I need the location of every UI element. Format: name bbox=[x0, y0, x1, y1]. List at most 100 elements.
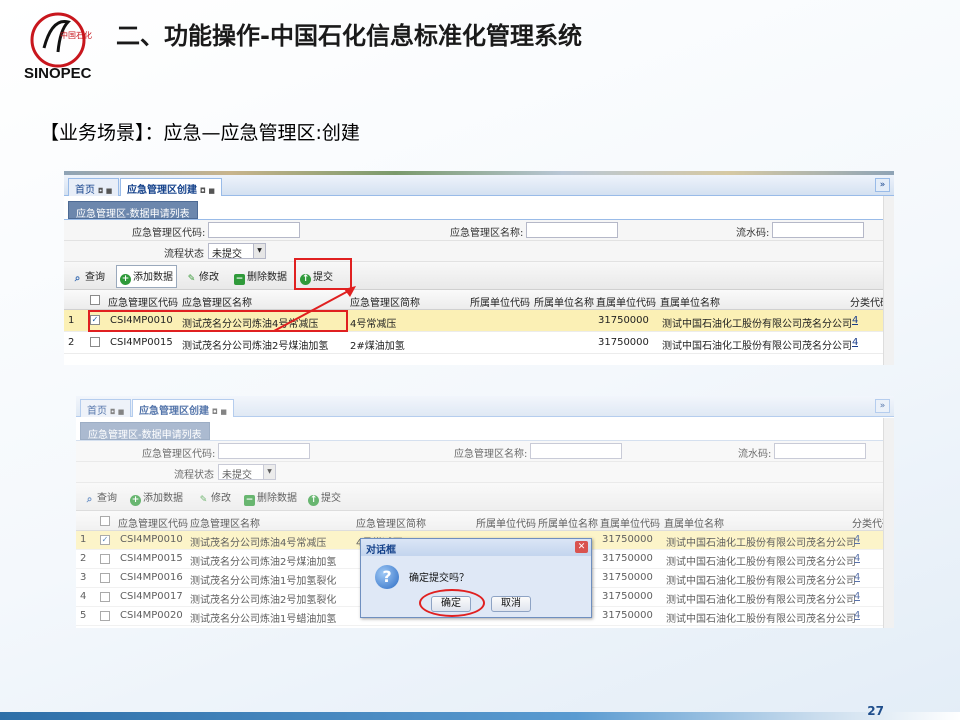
serial-input[interactable] bbox=[772, 222, 864, 238]
row-checkbox[interactable] bbox=[100, 573, 110, 583]
col-name[interactable]: 应急管理区名称 bbox=[182, 294, 252, 309]
close-icon[interactable]: ✕ bbox=[575, 541, 588, 553]
status-select[interactable]: 未提交 ▼ bbox=[218, 464, 276, 481]
query-label: 查询 bbox=[85, 272, 105, 283]
name-input[interactable] bbox=[526, 222, 618, 238]
query-button[interactable]: ⌕ 查询 bbox=[84, 489, 117, 505]
subtab-application-list[interactable]: 应急管理区-数据申请列表 bbox=[80, 422, 210, 441]
minus-icon: − bbox=[234, 274, 245, 285]
tab-menu-icon[interactable]: ◘ ■ bbox=[98, 187, 112, 195]
code-input[interactable] bbox=[208, 222, 300, 238]
tab-emergency-create[interactable]: 应急管理区创建 ◘ ■ bbox=[132, 399, 234, 417]
row-checkbox[interactable] bbox=[100, 592, 110, 602]
col-unit-name[interactable]: 所属单位名称 bbox=[534, 294, 594, 309]
select-all-checkbox[interactable] bbox=[90, 295, 100, 305]
row-number: 5 bbox=[80, 610, 87, 621]
query-button[interactable]: ⌕ 查询 bbox=[72, 268, 105, 284]
chevron-down-icon[interactable]: ▼ bbox=[263, 465, 275, 479]
tab-menu-icon[interactable]: ◘ ■ bbox=[110, 408, 124, 416]
col-name[interactable]: 应急管理区名称 bbox=[190, 515, 260, 530]
confirm-cancel-button[interactable]: 取消 bbox=[491, 596, 531, 612]
cell-category-link[interactable]: 4 bbox=[852, 315, 858, 326]
highlight-submit bbox=[294, 258, 352, 290]
col-unit-code[interactable]: 所属单位代码 bbox=[476, 515, 536, 530]
row-number: 2 bbox=[68, 337, 75, 348]
app-screenshot-list: 首页 ◘ ■ 应急管理区创建 ◘ ■ » 应急管理区-数据申请列表 应急管理区代码:… bbox=[64, 171, 894, 365]
dialog-title-bar: 对话框 ✕ bbox=[361, 539, 591, 556]
cell-category-link[interactable]: 4 bbox=[854, 572, 860, 583]
code-label: 应急管理区代码: bbox=[132, 228, 206, 239]
tab-home[interactable]: 首页 ◘ ■ bbox=[68, 178, 120, 196]
subtab-application-list[interactable]: 应急管理区-数据申请列表 bbox=[68, 201, 198, 220]
highlight-ok bbox=[419, 589, 485, 617]
cell-name: 测试茂名分公司炼油4号常减压 bbox=[190, 538, 327, 549]
pencil-icon: ✎ bbox=[187, 274, 196, 284]
cell-category-link[interactable]: 4 bbox=[854, 553, 860, 564]
svg-text:中国石化: 中国石化 bbox=[60, 30, 92, 40]
name-input[interactable] bbox=[530, 443, 622, 459]
col-short[interactable]: 应急管理区简称 bbox=[350, 294, 420, 309]
row-number: 3 bbox=[80, 572, 87, 583]
col-direct-name[interactable]: 直属单位名称 bbox=[660, 294, 720, 309]
data-grid: 应急管理区代码 应急管理区名称 应急管理区简称 所属单位代码 所属单位名称 直属… bbox=[64, 290, 894, 354]
row-checkbox[interactable] bbox=[90, 337, 100, 347]
col-direct-name[interactable]: 直属单位名称 bbox=[664, 515, 724, 530]
serial-input[interactable] bbox=[774, 443, 866, 459]
cell-code: CSI4MP0016 bbox=[120, 572, 183, 583]
scrollbar[interactable] bbox=[883, 418, 894, 628]
cell-direct-code: 31750000 bbox=[598, 315, 649, 326]
select-all-checkbox[interactable] bbox=[100, 516, 110, 526]
submit-button[interactable]: ↑ 提交 bbox=[308, 489, 341, 506]
col-short[interactable]: 应急管理区简称 bbox=[356, 515, 426, 530]
cell-category-link[interactable]: 4 bbox=[854, 610, 860, 621]
row-number: 1 bbox=[68, 315, 75, 326]
status-select[interactable]: 未提交 ▼ bbox=[208, 243, 266, 260]
tab-home-label: 首页 bbox=[75, 185, 95, 196]
add-button[interactable]: + 添加数据 bbox=[116, 265, 177, 288]
delete-button[interactable]: − 删除数据 bbox=[244, 489, 297, 506]
col-code[interactable]: 应急管理区代码 bbox=[108, 294, 178, 309]
collapse-icon[interactable]: » bbox=[875, 178, 890, 192]
table-row[interactable]: 2 CSI4MP0015 测试茂名分公司炼油2号煤油加氢 2#煤油加氢 3175… bbox=[64, 332, 894, 354]
cell-code: CSI4MP0020 bbox=[120, 610, 183, 621]
col-direct-code[interactable]: 直属单位代码 bbox=[596, 294, 656, 309]
row-checkbox[interactable]: ✓ bbox=[100, 535, 110, 545]
tab-create-label: 应急管理区创建 bbox=[139, 406, 209, 417]
cell-code: CSI4MP0015 bbox=[120, 553, 183, 564]
code-input[interactable] bbox=[218, 443, 310, 459]
chevron-down-icon[interactable]: ▼ bbox=[253, 244, 265, 258]
tab-menu-icon[interactable]: ◘ ■ bbox=[200, 187, 215, 195]
dialog-title: 对话框 bbox=[366, 545, 396, 556]
serial-label: 流水码: bbox=[736, 228, 770, 239]
col-unit-name[interactable]: 所属单位名称 bbox=[538, 515, 598, 530]
add-label: 添加数据 bbox=[143, 493, 183, 504]
col-direct-code[interactable]: 直属单位代码 bbox=[600, 515, 660, 530]
cell-name: 测试茂名分公司炼油2号煤油加氢 bbox=[190, 557, 337, 568]
row-checkbox[interactable] bbox=[100, 554, 110, 564]
add-label: 添加数据 bbox=[133, 272, 173, 283]
collapse-icon[interactable]: » bbox=[875, 399, 890, 413]
tab-emergency-create[interactable]: 应急管理区创建 ◘ ■ bbox=[120, 178, 222, 196]
cell-direct-name: 测试中国石油化工股份有限公司茂名分公司 bbox=[662, 319, 852, 330]
cell-category-link[interactable]: 4 bbox=[852, 337, 858, 348]
grid-header: 应急管理区代码 应急管理区名称 应急管理区简称 所属单位代码 所属单位名称 直属… bbox=[64, 290, 894, 310]
code-label: 应急管理区代码: bbox=[142, 449, 216, 460]
footer-bar bbox=[0, 712, 960, 720]
cell-category-link[interactable]: 4 bbox=[854, 534, 860, 545]
cell-direct-name: 测试中国石油化工股份有限公司茂名分公司 bbox=[666, 614, 856, 625]
add-button[interactable]: + 添加数据 bbox=[130, 489, 183, 506]
table-row[interactable]: 1 ✓ CSI4MP0010 测试茂名分公司炼油4号常减压 4号常减压 3175… bbox=[64, 310, 894, 332]
col-unit-code[interactable]: 所属单位代码 bbox=[470, 294, 530, 309]
tab-menu-icon[interactable]: ◘ ■ bbox=[212, 408, 227, 416]
cell-name: 测试茂名分公司炼油1号蜡油加氢 bbox=[190, 614, 337, 625]
add-icon: + bbox=[120, 274, 131, 285]
edit-button[interactable]: ✎ 修改 bbox=[198, 489, 231, 506]
cell-category-link[interactable]: 4 bbox=[854, 591, 860, 602]
scrollbar[interactable] bbox=[883, 196, 894, 365]
col-code[interactable]: 应急管理区代码 bbox=[118, 515, 188, 530]
delete-button[interactable]: − 删除数据 bbox=[234, 268, 287, 285]
row-checkbox[interactable] bbox=[100, 611, 110, 621]
tab-home[interactable]: 首页 ◘ ■ bbox=[80, 399, 132, 417]
edit-button[interactable]: ✎ 修改 bbox=[186, 268, 219, 285]
minus-icon: − bbox=[244, 495, 255, 506]
